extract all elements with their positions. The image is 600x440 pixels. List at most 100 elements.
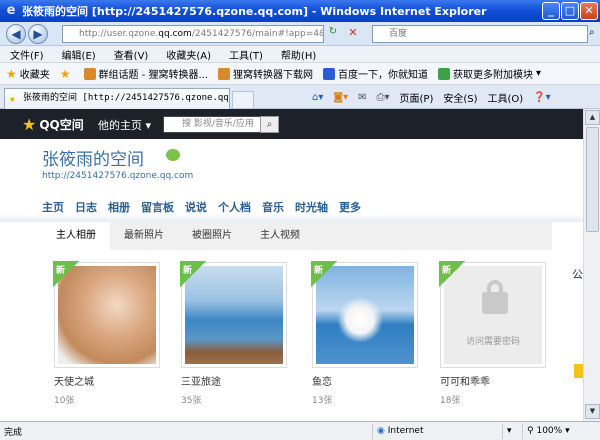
safety-menu[interactable]: 安全(S) <box>443 90 477 105</box>
nav-home[interactable]: 主页 <box>42 199 64 215</box>
search-icon[interactable]: ⌕ <box>589 27 595 38</box>
tab-latest-photos[interactable]: 最新照片 <box>110 222 178 250</box>
new-tab-button[interactable] <box>232 91 254 109</box>
status-bar: 完成 ◉ Internet ▾ ⚲ 100% ▾ <box>0 421 600 440</box>
vertical-scrollbar[interactable]: ▲ ▼ <box>583 109 600 421</box>
album-name[interactable]: 三亚旅途 <box>181 373 287 388</box>
favorite-link-1[interactable]: 群组话题 - 狸窝转换器... <box>83 66 208 81</box>
menu-help[interactable]: 帮助(H) <box>281 47 316 62</box>
album-panel: 主人相册 最新照片 被圈照片 主人视频 新 天使之城 10张 新 三亚旅途 35… <box>42 222 552 421</box>
favorite-link-2[interactable]: 狸窝转换器下载网 <box>218 66 313 81</box>
menu-tools[interactable]: 工具(T) <box>229 47 263 62</box>
tab-owner-albums[interactable]: 主人相册 <box>42 222 110 250</box>
nav-blog[interactable]: 日志 <box>75 199 97 215</box>
nav-music[interactable]: 音乐 <box>262 199 284 215</box>
add-favorite-button[interactable]: ★ <box>60 67 74 81</box>
qzone-logo-text: QQ空间 <box>39 118 84 132</box>
caret-down-icon: ▾ <box>145 119 152 132</box>
nav-timeline[interactable]: 时光轴 <box>295 199 328 215</box>
favorites-star-icon: ★ <box>6 66 17 81</box>
add-favorite-icon: ★ <box>59 66 71 81</box>
album-count: 13张 <box>312 396 333 406</box>
browser-tab-active[interactable]: ★ 张筱雨的空间 [http://2451427576.qzone.qq... <box>4 88 230 109</box>
album-cover[interactable]: 新 <box>53 261 160 368</box>
nav-shuoshuo[interactable]: 说说 <box>185 199 207 215</box>
album-name[interactable]: 天使之城 <box>54 373 160 388</box>
menu-file[interactable]: 文件(F) <box>10 47 44 62</box>
tab-tagged-photos[interactable]: 被圈照片 <box>178 222 246 250</box>
search-placeholder: 百度 <box>389 29 408 39</box>
home-menu-button[interactable]: 他的主页 ▾ <box>98 117 151 133</box>
nav-messageboard[interactable]: 留言板 <box>141 199 174 215</box>
favorite-link-4[interactable]: 获取更多附加模块 ▾ <box>438 66 541 81</box>
globe-icon: ◉ <box>377 426 385 436</box>
tools-menu[interactable]: 工具(O) <box>488 90 524 105</box>
new-badge: 新 <box>311 261 337 287</box>
decorative-cloud-band <box>0 214 583 222</box>
rss-icon[interactable]: ◙▾ <box>333 92 348 103</box>
vip-badge-icon[interactable] <box>166 149 180 161</box>
album-cover[interactable]: 新 <box>311 261 418 368</box>
protected-mode-icon[interactable]: ▾ <box>502 424 522 439</box>
print-icon[interactable]: ⎙▾ <box>377 92 390 103</box>
liwo-icon <box>218 67 231 80</box>
menu-bar: 文件(F) 编辑(E) 查看(V) 收藏夹(A) 工具(T) 帮助(H) <box>0 46 600 63</box>
tab-row: ★ 张筱雨的空间 [http://2451427576.qzone.qq... … <box>0 85 600 109</box>
forward-button[interactable]: ▶ <box>28 24 48 44</box>
album-name[interactable]: 可可和乖乖 <box>440 373 546 388</box>
album-cover[interactable]: 访问需要密码 新 <box>439 261 546 368</box>
menu-edit[interactable]: 编辑(E) <box>62 47 96 62</box>
liwo-icon <box>83 67 96 80</box>
minimize-button[interactable]: _ <box>542 2 560 20</box>
address-input[interactable]: http://user.qzone.qq.com/2451427576/main… <box>62 25 324 43</box>
zoom-control[interactable]: ⚲ 100% ▾ <box>522 424 600 439</box>
stop-icon[interactable]: ✕ <box>346 26 360 42</box>
nav-more[interactable]: 更多 <box>339 199 361 215</box>
new-badge: 新 <box>53 261 79 287</box>
baidu-paw-icon <box>323 67 336 80</box>
album-card[interactable]: 新 天使之城 10张 <box>53 261 160 406</box>
scroll-up-button[interactable]: ▲ <box>585 110 600 125</box>
new-badge: 新 <box>439 261 465 287</box>
magnifier-icon: ⌕ <box>266 119 273 130</box>
maximize-button[interactable]: □ <box>561 2 579 20</box>
home-icon[interactable]: ⌂▾ <box>312 92 323 103</box>
help-icon[interactable]: ❓▾ <box>533 92 550 103</box>
mail-icon[interactable]: ✉ <box>358 92 366 103</box>
zoom-level: 100% <box>536 426 563 436</box>
qzone-top-bar: ★ QQ空间 他的主页 ▾ 搜 影视/音乐/应用 ⌕ <box>0 109 583 139</box>
qzone-search-button[interactable]: ⌕ <box>260 116 279 133</box>
addon-icon <box>438 67 451 80</box>
side-text: 公 <box>572 268 583 281</box>
favorites-button[interactable]: ★ 收藏夹 <box>6 66 50 82</box>
nav-profile[interactable]: 个人档 <box>218 199 251 215</box>
scroll-down-button[interactable]: ▼ <box>585 404 600 419</box>
url-host: qq.com <box>158 29 192 39</box>
page-content: ★ QQ空间 他的主页 ▾ 搜 影视/音乐/应用 ⌕ 张筱雨的空间 http:/… <box>0 109 583 421</box>
zone-indicator[interactable]: ◉ Internet <box>372 424 502 439</box>
nav-albums[interactable]: 相册 <box>108 199 130 215</box>
favorites-label: 收藏夹 <box>19 70 50 81</box>
side-widget[interactable] <box>574 364 583 378</box>
page-menu[interactable]: 页面(P) <box>400 90 434 105</box>
album-card-locked[interactable]: 访问需要密码 新 可可和乖乖 18张 <box>439 261 546 406</box>
album-card[interactable]: 新 三亚旅途 35张 <box>180 261 287 406</box>
menu-favorites[interactable]: 收藏夹(A) <box>166 47 211 62</box>
album-card[interactable]: 新 鱼恋 13张 <box>311 261 418 406</box>
space-title[interactable]: 张筱雨的空间 <box>42 145 144 170</box>
album-cover[interactable]: 新 <box>180 261 287 368</box>
scroll-thumb[interactable] <box>586 127 599 232</box>
search-input[interactable]: 百度 <box>372 25 588 43</box>
qzone-search-placeholder: 搜 影视/音乐/应用 <box>182 119 254 129</box>
qzone-logo[interactable]: ★ QQ空间 <box>22 115 84 134</box>
menu-view[interactable]: 查看(V) <box>114 47 149 62</box>
close-button[interactable]: ✕ <box>580 2 598 20</box>
favorite-link-3[interactable]: 百度一下，你就知道 <box>323 66 428 81</box>
tab-owner-videos[interactable]: 主人视频 <box>246 222 314 250</box>
space-nav: 主页 日志 相册 留言板 说说 个人档 音乐 时光轴 更多 <box>42 199 372 215</box>
space-url-link[interactable]: http://2451427576.qzone.qq.com <box>42 171 193 181</box>
refresh-icon[interactable]: ↻ <box>326 26 340 42</box>
album-count: 18张 <box>440 396 461 406</box>
album-name[interactable]: 鱼恋 <box>312 373 418 388</box>
back-button[interactable]: ◀ <box>6 24 26 44</box>
